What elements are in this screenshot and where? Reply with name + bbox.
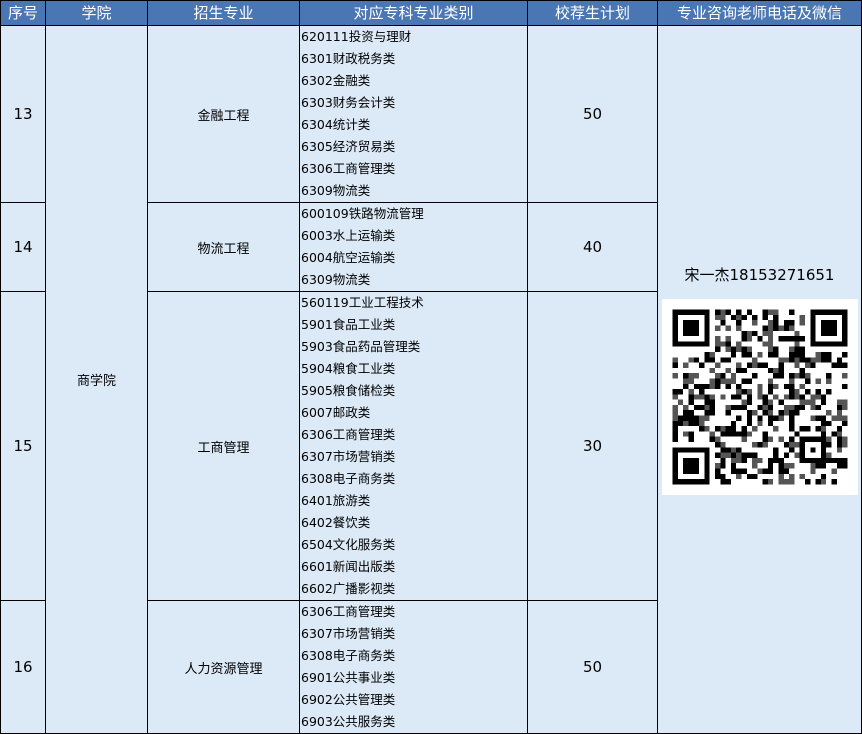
row-categories: 560119工业工程技术 5901食品工业类 5903食品药品管理类 5904粮食工业… [299, 291, 528, 601]
category-item: 6401旅游类 [301, 493, 371, 508]
category-item: 5904粮食工业类 [301, 361, 396, 376]
category-item: 6308电子商务类 [301, 648, 396, 663]
row-categories: 620111投资与理财 6301财政税务类 6302金融类 6303财务会计类 6304… [299, 25, 528, 203]
category-item: 620111投资与理财 [301, 29, 412, 44]
row-seq: 15 [0, 291, 46, 601]
row-plan: 40 [527, 202, 658, 292]
category-item: 6309物流类 [301, 272, 371, 287]
row-seq: 14 [0, 202, 46, 292]
contact-cell: 宋一杰18153271651 [657, 25, 862, 734]
row-plan: 50 [527, 25, 658, 203]
category-item: 6901公共事业类 [301, 670, 396, 685]
enrollment-table: 序号 学院 招生专业 对应专科专业类别 校荐生计划 专业咨询老师电话及微信 13… [0, 0, 862, 734]
category-item: 6004航空运输类 [301, 250, 396, 265]
row-major: 金融工程 [147, 25, 300, 203]
row-plan: 30 [527, 291, 658, 601]
category-item: 6902公共管理类 [301, 692, 396, 707]
category-item: 6307市场营销类 [301, 626, 396, 641]
row-major: 人力资源管理 [147, 600, 300, 734]
category-item: 5903食品药品管理类 [301, 339, 421, 354]
row-plan: 50 [527, 600, 658, 734]
table-row: 13 商学院 金融工程 620111投资与理财 6301财政税务类 6302金融类 6303… [0, 25, 862, 734]
category-item: 5901食品工业类 [301, 317, 396, 332]
category-item: 6601新闻出版类 [301, 559, 396, 574]
category-item: 6306工商管理类 [301, 161, 396, 176]
row-categories: 6306工商管理类 6307市场营销类 6308电子商务类 6901公共事业类 6902… [299, 600, 528, 734]
category-item: 6003水上运输类 [301, 228, 396, 243]
category-item: 6304统计类 [301, 117, 371, 132]
category-item: 600109铁路物流管理 [301, 206, 424, 221]
category-item: 6302金融类 [301, 73, 371, 88]
category-item: 560119工业工程技术 [301, 295, 424, 310]
header-categories: 对应专科专业类别 [299, 0, 528, 26]
contact-text: 宋一杰18153271651 [684, 266, 835, 284]
college-name: 商学院 [45, 25, 148, 734]
category-item: 6308电子商务类 [301, 471, 396, 486]
category-item: 6402餐饮类 [301, 515, 371, 530]
category-item: 6307市场营销类 [301, 449, 396, 464]
category-item: 6309物流类 [301, 183, 371, 198]
row-major: 物流工程 [147, 202, 300, 292]
category-item: 6007邮政类 [301, 405, 371, 420]
wechat-qr-code-icon [661, 299, 858, 495]
row-seq: 13 [0, 25, 46, 203]
row-major: 工商管理 [147, 291, 300, 601]
category-item: 5905粮食储检类 [301, 383, 396, 398]
category-item: 6903公共服务类 [301, 714, 396, 729]
header-contact: 专业咨询老师电话及微信 [657, 0, 862, 26]
header-row: 序号 学院 招生专业 对应专科专业类别 校荐生计划 专业咨询老师电话及微信 [0, 0, 862, 26]
category-item: 6306工商管理类 [301, 427, 396, 442]
category-item: 6306工商管理类 [301, 604, 396, 619]
category-item: 6305经济贸易类 [301, 139, 396, 154]
header-plan: 校荐生计划 [527, 0, 658, 26]
category-item: 6303财务会计类 [301, 95, 396, 110]
category-item: 6301财政税务类 [301, 51, 396, 66]
header-college: 学院 [45, 0, 148, 26]
row-seq: 16 [0, 600, 46, 734]
row-categories: 600109铁路物流管理 6003水上运输类 6004航空运输类 6309物流类 [299, 202, 528, 292]
header-seq: 序号 [0, 0, 46, 26]
category-item: 6602广播影视类 [301, 581, 396, 596]
category-item: 6504文化服务类 [301, 537, 396, 552]
header-major: 招生专业 [147, 0, 300, 26]
